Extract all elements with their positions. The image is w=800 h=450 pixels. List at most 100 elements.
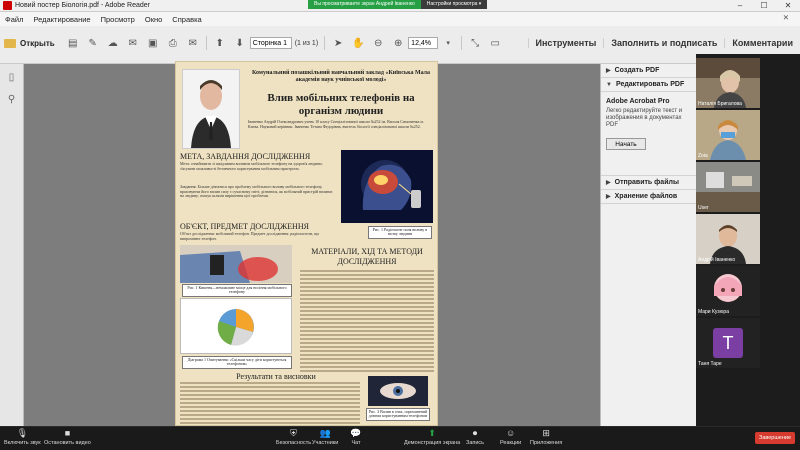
zoom-dropdown-icon[interactable]: ▾ [440,36,456,50]
student-photo [182,69,240,149]
brain-image [341,150,433,223]
tools-pane: ▶ Создать PDF ▼ Редактировать PDF Adobe Ac… [600,64,696,426]
adobe-reader-icon [3,1,12,10]
record-button[interactable]: ⏺ Запись [466,428,484,447]
fill-sign-link[interactable]: Заполнить и подписать [603,38,724,48]
create-pdf-icon[interactable]: ▤ [65,36,81,50]
participant-name: Андрій Іваненко [698,257,736,263]
chat-icon: 💬 [350,428,362,438]
edit-pdf-section[interactable]: ▼ Редактировать PDF [601,78,696,92]
participant-tile[interactable]: User [696,162,760,212]
window-title: Новий постер Біологія.pdf - Adobe Reader [15,2,150,9]
next-page-icon[interactable]: ⬇ [232,36,248,50]
caption-survey: Діаграма 1 Опитування: «Скільки часу діт… [182,356,292,369]
hand-tool-icon[interactable]: ✋ [350,36,366,50]
view-options-button[interactable]: Настройки просмотра ▾ [420,0,488,9]
record-icon: ⏺ [472,428,478,438]
fit-page-icon[interactable]: ⤡ [467,36,483,50]
window-controls: – ☐ ✕ [728,0,800,12]
menu-bar: Файл Редактирование Просмотр Окно Справк… [0,12,800,26]
start-button[interactable]: Начать [606,137,646,150]
minimize-icon[interactable]: – [728,0,752,12]
chat-button[interactable]: 💬 Чат [350,428,362,447]
expand-arrow-icon: ▶ [606,180,611,186]
caption-eye: Рис. 3 Вплив в очах, спричинений довгим … [366,408,430,421]
zoom-input[interactable] [408,37,439,49]
participant-name: User [698,205,709,211]
comment-icon[interactable]: ▭ [487,36,503,50]
prev-page-icon[interactable]: ⬆ [212,36,228,50]
stop-video-button[interactable]: ■ Остановить видео [44,429,91,447]
print-icon[interactable]: ⎙ [165,36,181,50]
page-thumbnails-icon[interactable]: ▯ [6,72,18,86]
tools-link[interactable]: Инструменты [527,38,604,48]
share-screen-button[interactable]: ⬆ Демонстрация экрана [404,429,460,447]
participant-tile[interactable]: Мари Кузюра [696,266,760,316]
object-text: Об'єкт дослідження: мобільний телефон. П… [180,231,320,241]
menu-file[interactable]: Файл [5,15,23,24]
menu-help[interactable]: Справка [172,15,201,24]
caption-brain: Рис. 1 Радіочасне поля впливу в мозку лю… [368,226,432,239]
chat-label: Чат [351,440,361,446]
apps-button[interactable]: ⊞ Приложения [530,429,563,447]
zoom-share-bar: Вы просматриваете экран Андрей Іваненко … [308,0,493,9]
caption-pocket: Рис. 1 Кишеня—неможливе місце для носінн… [182,284,292,297]
menu-view[interactable]: Просмотр [101,15,135,24]
results-text-block [180,382,360,425]
section-object-title: ОБ'ЄКТ, ПРЕДМЕТ ДОСЛІДЖЕННЯ [180,222,309,231]
divider [324,36,326,50]
zoom-out-icon[interactable]: ⊖ [370,36,386,50]
participant-tile[interactable]: Zoia [696,110,760,160]
people-icon: 👥 [319,428,331,438]
select-tool-icon[interactable]: ➤ [330,36,346,50]
page-count: (1 из 1) [294,39,319,47]
pocket-image [180,245,292,283]
send-files-section[interactable]: ▶ Отправить файлы [601,176,696,190]
save-icon[interactable]: ▣ [145,36,161,50]
section-label: Создать PDF [614,67,660,74]
participants-button[interactable]: 👥 Участники [312,428,338,447]
poster-page: Комунальний позашкільний навчальний закл… [175,61,438,426]
menu-window[interactable]: Окно [145,15,162,24]
page-number-input[interactable] [249,37,292,49]
participant-tile[interactable]: Андрій Іваненко [696,214,760,264]
share-icon[interactable]: ☁ [105,36,121,50]
attachments-icon[interactable]: ⚲ [6,94,18,108]
expand-arrow-icon: ▶ [606,194,611,200]
divider [461,36,463,50]
unmute-button[interactable]: 🎙 Включить звук [4,429,41,447]
tasks-text: Завдання: Більше дізнатися про проблему … [180,184,333,199]
end-meeting-button[interactable]: Завершение [755,432,795,444]
avatar: Т [713,328,743,358]
mail-icon[interactable]: ✉ [185,36,201,50]
edit-icon[interactable]: ✎ [85,36,101,50]
participant-tile[interactable]: Т Таня Таре [696,318,760,368]
participant-tile[interactable]: Наталія Бригалова [696,58,760,108]
email-icon[interactable]: ✉ [125,36,141,50]
store-files-section[interactable]: ▶ Хранение файлов [601,190,696,204]
expand-arrow-icon: ▶ [606,68,611,74]
menu-edit[interactable]: Редактирование [33,15,90,24]
participant-name: Мари Кузюра [698,309,729,315]
toolbar: Открыть ▤ ✎ ☁ ✉ ▣ ⎙ ✉ ⬆ ⬇ (1 из 1) ➤ ✋ ⊖… [0,26,800,64]
apps-label: Приложения [530,440,563,446]
section-label: Отправить файлы [614,179,679,186]
reactions-button[interactable]: ☺ Реакции [500,429,521,447]
open-button[interactable]: Открыть [4,38,55,48]
institution-name: Комунальний позашкільний навчальний закл… [251,70,431,84]
maximize-icon[interactable]: ☐ [752,0,776,12]
comments-link[interactable]: Комментарии [724,38,800,48]
section-label: Хранение файлов [614,193,678,200]
participant-name: Таня Таре [698,361,722,367]
authors-text: Іваненко Андрій Олександрович учень 10 к… [248,119,424,129]
create-pdf-section[interactable]: ▶ Создать PDF [601,64,696,78]
close-icon[interactable]: ✕ [776,0,800,12]
acrobat-desc: Легко редактируйте текст и изображения в… [606,108,683,129]
zoom-in-icon[interactable]: ⊕ [390,36,406,50]
section-label: Редактировать PDF [615,81,685,88]
security-button[interactable]: ⛨ Безопасность [276,428,311,447]
open-label: Открыть [20,38,55,48]
shield-icon: ⛨ [290,428,297,438]
aims-text: Мета: ознайомити зі шкідливим впливом мо… [180,161,323,171]
close-document-icon[interactable]: ✕ [783,13,789,22]
